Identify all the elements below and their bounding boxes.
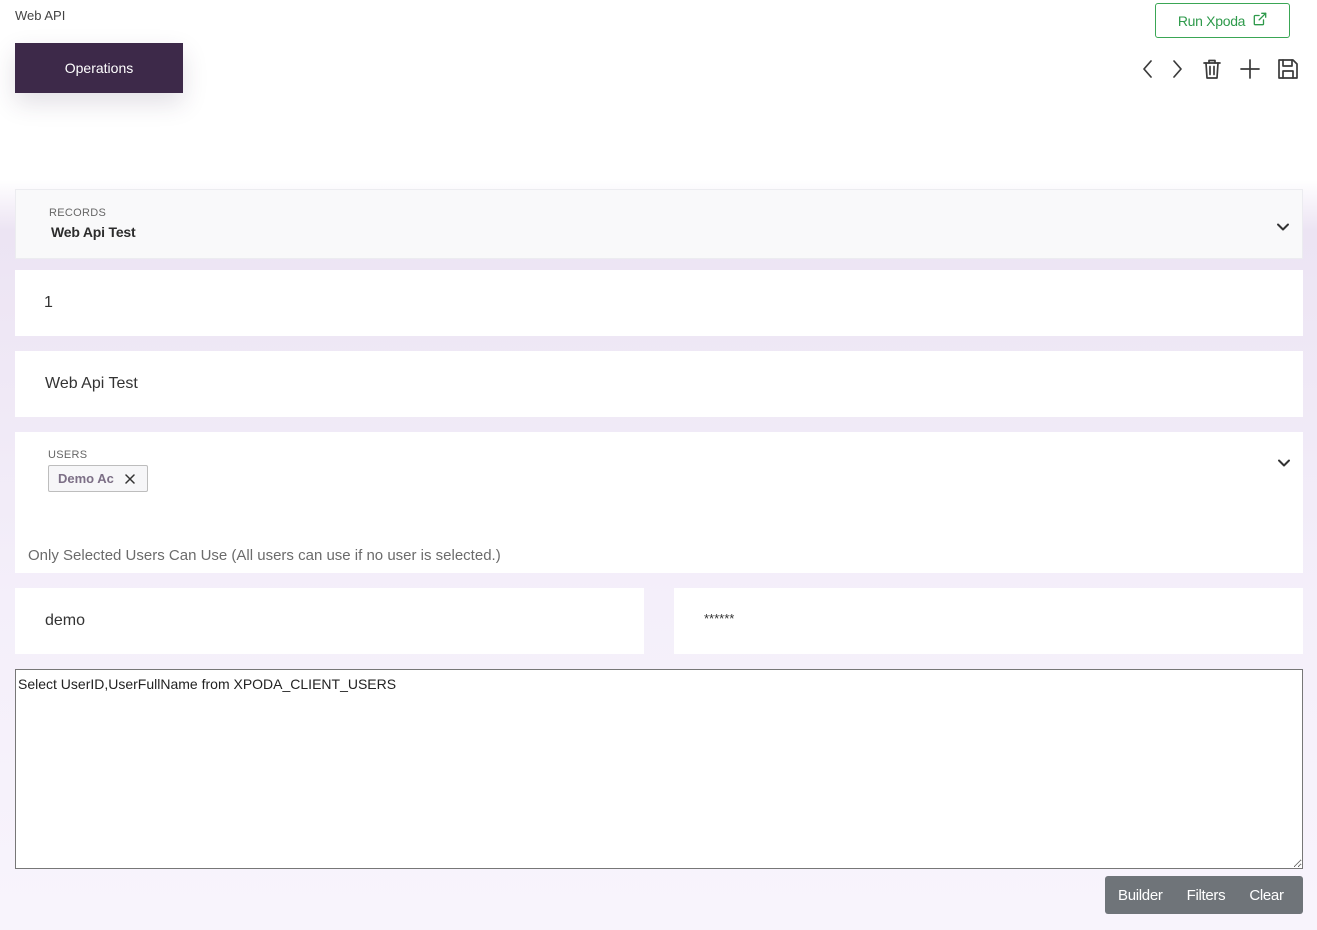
chevron-down-icon[interactable] — [1277, 456, 1291, 470]
operations-button[interactable]: Operations — [15, 43, 183, 93]
run-xpoda-label: Run Xpoda — [1177, 12, 1246, 29]
external-link-icon — [1253, 12, 1267, 29]
query-textarea[interactable]: Select UserID,UserFullName from XPODA_CL… — [15, 669, 1303, 869]
password-field-container — [674, 588, 1303, 654]
save-button[interactable] — [1275, 56, 1301, 82]
filters-button[interactable]: Filters — [1175, 887, 1238, 904]
query-actions: Builder Filters Clear — [1105, 876, 1303, 914]
chevron-right-icon — [1173, 60, 1182, 78]
records-value: Web Api Test — [51, 224, 136, 240]
close-icon — [125, 473, 135, 484]
save-icon — [1278, 59, 1298, 79]
records-label: RECORDS — [49, 207, 107, 219]
run-xpoda-button[interactable]: Run Xpoda — [1155, 3, 1290, 38]
name-field[interactable] — [15, 375, 1303, 393]
chevron-left-icon — [1143, 60, 1152, 78]
id-field-container — [15, 270, 1303, 336]
user-chip-label: Demo Ac — [58, 471, 114, 486]
user-chip: Demo Ac — [48, 465, 148, 492]
name-field-container — [15, 351, 1303, 417]
users-select[interactable]: USERS Demo Ac Only Selected Users Can Us… — [15, 432, 1303, 573]
record-toolbar — [1135, 56, 1301, 82]
id-field[interactable] — [15, 294, 1303, 312]
delete-button[interactable] — [1199, 56, 1225, 82]
clear-button[interactable]: Clear — [1237, 887, 1295, 904]
plus-icon — [1240, 59, 1260, 79]
previous-record-button[interactable] — [1135, 56, 1161, 82]
trash-icon — [1203, 59, 1221, 79]
password-field[interactable] — [674, 610, 1303, 626]
username-field[interactable] — [15, 612, 644, 630]
username-field-container — [15, 588, 644, 654]
breadcrumb: Web API — [15, 8, 66, 23]
users-label: USERS — [48, 449, 88, 461]
chevron-down-icon[interactable] — [1276, 220, 1290, 234]
records-select[interactable]: RECORDS Web Api Test — [15, 189, 1303, 259]
builder-button[interactable]: Builder — [1105, 887, 1175, 904]
next-record-button[interactable] — [1164, 56, 1190, 82]
remove-chip-button[interactable] — [124, 473, 136, 485]
add-record-button[interactable] — [1237, 56, 1263, 82]
users-hint: Only Selected Users Can Use (All users c… — [28, 547, 501, 564]
